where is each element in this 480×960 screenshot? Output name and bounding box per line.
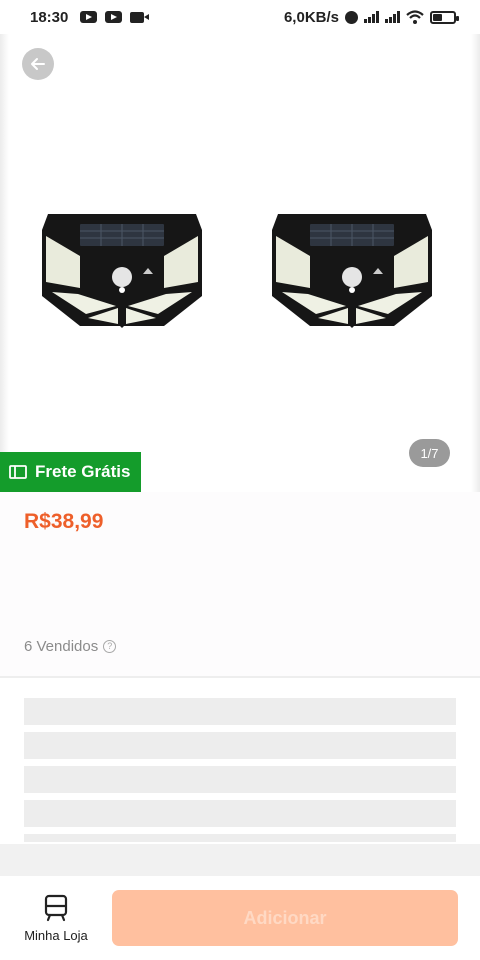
ticket-icon <box>9 465 27 479</box>
price-section: R$38,99 6 Vendidos ? <box>0 492 480 676</box>
gallery-edge-right <box>471 34 480 492</box>
free-shipping-badge: Frete Grátis <box>0 452 141 492</box>
skeleton-line <box>24 698 456 725</box>
battery-icon <box>430 10 459 24</box>
product-image <box>42 214 202 328</box>
store-button[interactable]: Minha Loja <box>16 894 96 948</box>
status-left: 18:30 <box>30 8 150 26</box>
alarm-icon <box>345 10 358 24</box>
youtube-icon <box>105 11 123 23</box>
store-icon <box>44 894 68 922</box>
loading-skeleton <box>0 678 480 846</box>
image-counter: 1/7 <box>409 439 450 467</box>
skeleton-line <box>24 766 456 793</box>
status-right: 6,0KB/s <box>283 8 459 26</box>
gallery-edge-left <box>0 34 9 492</box>
sold-count: 6 Vendidos <box>24 638 99 655</box>
bottom-action-bar: Minha Loja Adicionar <box>0 876 480 960</box>
status-bar: 18:30 6,0KB/s <box>0 0 480 34</box>
signal-icon <box>385 11 400 23</box>
camera-icon <box>130 11 150 23</box>
skeleton-line <box>24 834 456 842</box>
network-speed: 6,0KB/s <box>283 8 339 26</box>
product-price: R$38,99 <box>24 510 104 533</box>
question-circle-icon[interactable]: ? <box>103 640 117 653</box>
signal-icon <box>364 11 379 23</box>
youtube-icon <box>80 11 98 23</box>
skeleton-line <box>24 732 456 759</box>
add-to-cart-button[interactable]: Adicionar <box>112 890 458 946</box>
product-image <box>272 214 432 328</box>
sold-count-row: 6 Vendidos ? <box>24 638 117 655</box>
status-time: 18:30 <box>30 8 69 26</box>
skeleton-line <box>24 800 456 827</box>
wifi-icon <box>406 10 424 24</box>
store-label: Minha Loja <box>24 928 88 943</box>
back-button[interactable] <box>22 48 54 80</box>
free-shipping-label: Frete Grátis <box>35 462 131 481</box>
section-separator <box>0 844 480 876</box>
arrow-left-icon <box>31 58 45 70</box>
product-gallery[interactable]: 1/7 <box>0 34 480 492</box>
